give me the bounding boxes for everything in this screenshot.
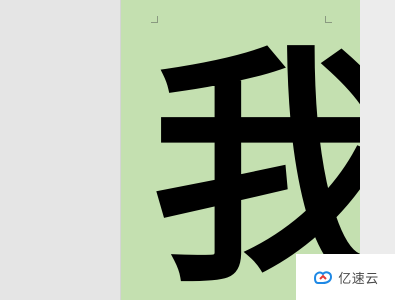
margin-corner-top-left <box>151 16 158 23</box>
margin-corner-top-right <box>325 16 332 23</box>
watermark-badge: 亿速云 <box>296 254 395 300</box>
document-workspace: 我 亿速云 <box>0 0 395 300</box>
watermark-text: 亿速云 <box>338 271 379 287</box>
yisu-cloud-logo-icon <box>314 271 333 284</box>
